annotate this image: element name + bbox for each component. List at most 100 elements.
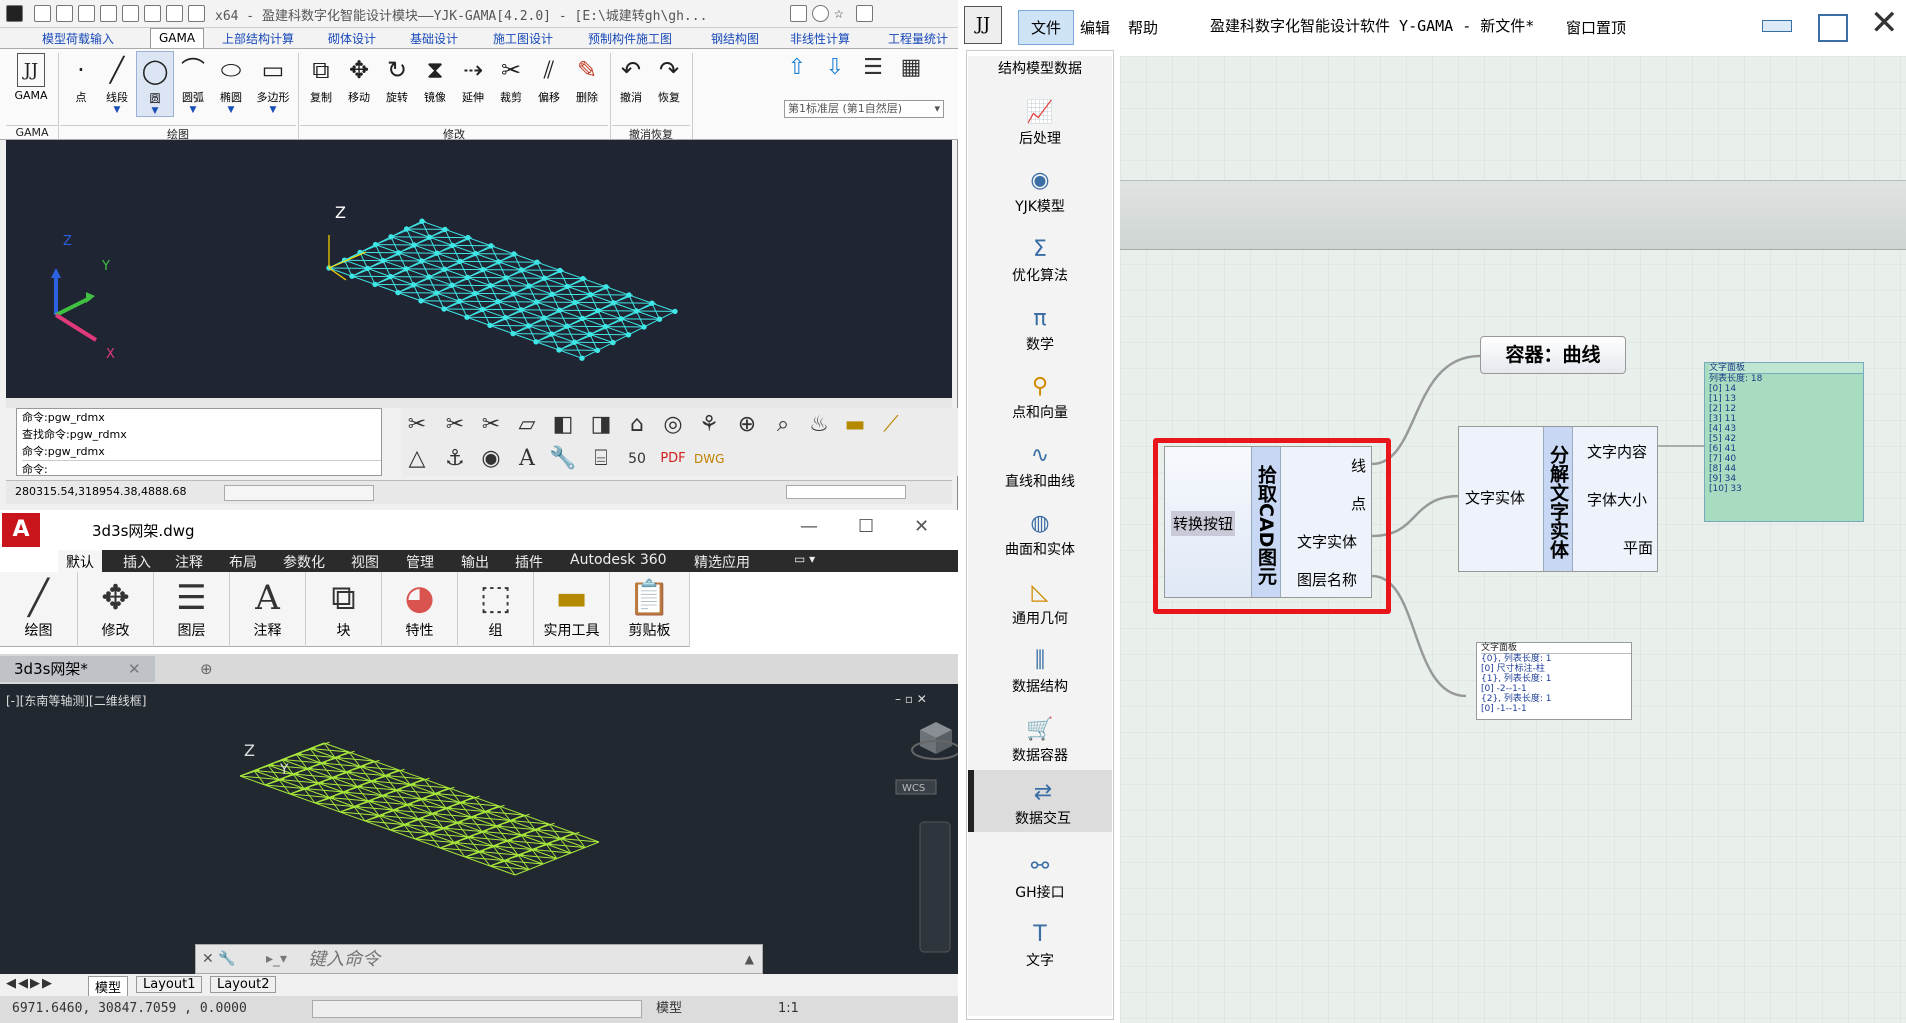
tab-parametric[interactable]: 参数化 — [283, 552, 325, 572]
layout-tab-2[interactable]: Layout2 — [210, 976, 277, 993]
minimize-icon[interactable]: — — [800, 516, 818, 537]
tab-autodesk360[interactable]: Autodesk 360 — [570, 552, 667, 568]
sidebar-item-math[interactable]: π 数学 — [968, 304, 1112, 354]
tab-plugins[interactable]: 插件 — [515, 552, 543, 572]
copy-button[interactable]: ⧉ 复制 — [302, 51, 340, 105]
camera-icon[interactable]: ⌸ — [586, 444, 616, 474]
viewport-window-controls[interactable]: – ▫ ✕ — [895, 692, 927, 706]
menu-help[interactable]: 帮助 — [1128, 17, 1158, 38]
menu-file[interactable]: 文件 — [1018, 10, 1075, 45]
star-icon[interactable]: ☆ — [834, 5, 851, 22]
window-mode-icon[interactable] — [856, 5, 873, 22]
navigation-bar[interactable] — [919, 821, 951, 953]
save-as-icon[interactable] — [166, 5, 183, 22]
sidebar-item-postprocess[interactable]: 📈 后处理 — [968, 98, 1112, 148]
model-space-toggle[interactable]: 模型 — [656, 996, 682, 1022]
tab-drawing[interactable]: 施工图设计 — [493, 30, 553, 47]
yjk-command-history[interactable]: 命令:pgw_rdmx 查找命令:pgw_rdmx 命令:pgw_rdmx 命令… — [16, 408, 382, 476]
close-icon[interactable]: ✕ — [914, 516, 929, 537]
tab-foundation[interactable]: 基础设计 — [410, 30, 458, 47]
tab-nonlinear[interactable]: 非线性计算 — [790, 30, 850, 47]
new-tab-icon[interactable]: ⊕ — [186, 656, 227, 682]
close-tab-icon[interactable]: ✕ — [128, 660, 141, 678]
print-icon[interactable] — [144, 5, 161, 22]
panel-utilities[interactable]: ▬ 实用工具 — [534, 572, 610, 647]
tab-layout[interactable]: 布局 — [229, 552, 257, 572]
panel-clipboard[interactable]: 📋 剪贴板 — [610, 572, 690, 647]
pick-cad-node[interactable]: 转换按钮 拾取CAD图元 线 点 文字实体 图层名称 — [1164, 446, 1372, 598]
layout-tab-model[interactable]: 模型 — [88, 976, 129, 997]
gama-button[interactable]: JJ GAMA — [8, 51, 54, 102]
panel-annotation[interactable]: A 注释 — [230, 572, 306, 647]
trim-button[interactable]: ✂ 裁剪 — [492, 51, 530, 105]
autocad-viewport[interactable]: [-][东南等轴测][二维线框] – ▫ ✕ Z Y WCS — [0, 684, 961, 974]
undo-quick-icon[interactable] — [100, 5, 117, 22]
text-content-panel[interactable]: 文字面板 列表长度: 18 [0] 14 [1] 13 [2] 12 [3] 11 [4]… — [1704, 362, 1864, 522]
drafting-toggles[interactable] — [312, 1000, 642, 1018]
zoom-percent-icon[interactable]: 50 — [622, 444, 652, 474]
command-prompt-icon[interactable]: ▸_▾ — [266, 945, 287, 973]
box-view-icon[interactable]: ◧ — [548, 410, 578, 440]
viewcube-icon[interactable] — [911, 722, 961, 760]
ellipse-button[interactable]: ⬭ 椭圆 ▼ — [212, 51, 250, 115]
circle-button[interactable]: ◯ 圆 ▼ — [136, 51, 174, 117]
sidebar-item-surfaces[interactable]: ◍ 曲面和实体 — [968, 509, 1112, 559]
sidebar-item-data-structure[interactable]: ⫼ 数据结构 — [968, 646, 1112, 696]
sidebar-item-data-exchange[interactable]: ⇄ 数据交互 — [968, 770, 1112, 832]
polygon-button[interactable]: ▭ 多边形 ▼ — [252, 51, 294, 115]
cut-tool-icon[interactable]: ✂ — [440, 410, 470, 440]
teapot-icon[interactable]: ♨ — [804, 410, 834, 440]
tab-model-load[interactable]: 模型荷载输入 — [42, 30, 114, 47]
sidebar-item-text[interactable]: T 文字 — [968, 920, 1112, 970]
home-view-icon[interactable]: ⌂ — [622, 410, 652, 440]
snap-toggles[interactable] — [224, 485, 374, 501]
extend-button[interactable]: ⇢ 延伸 — [454, 51, 492, 105]
layout-tab-1[interactable]: Layout1 — [136, 976, 203, 993]
annotation-scale[interactable]: 1:1 — [778, 996, 799, 1022]
tab-manage[interactable]: 管理 — [406, 552, 434, 572]
redo-button[interactable]: ↷ 恢复 — [650, 51, 688, 105]
command-prompt[interactable]: 命令: — [22, 460, 381, 477]
chevron-down-icon[interactable]: ▼ — [212, 105, 250, 115]
text-a-icon[interactable]: A — [512, 444, 542, 474]
walk-icon[interactable]: ⚘ — [694, 410, 724, 440]
close-icon[interactable]: ✕ — [1870, 6, 1899, 40]
radius-icon[interactable]: ◉ — [476, 444, 506, 474]
tab-output[interactable]: 输出 — [461, 552, 489, 572]
ruler-angle-icon[interactable]: ⟋ — [876, 410, 906, 440]
output-text-content[interactable]: 文字内容 — [1587, 441, 1647, 462]
tab-annotate[interactable]: 注释 — [175, 552, 203, 572]
dwg-icon[interactable]: DWG — [694, 444, 724, 474]
file-tab-3d3s[interactable]: 3d3s网架* ✕ — [0, 656, 155, 682]
autocad-logo-icon[interactable]: A — [2, 513, 40, 547]
axis-icon[interactable]: ⚓ — [440, 444, 470, 474]
floor-stack-icon[interactable]: ☰ — [858, 53, 888, 83]
ygama-logo-icon[interactable]: JJ — [964, 6, 1002, 44]
chevron-down-icon[interactable]: ▼ — [174, 105, 212, 115]
close-command-icon[interactable]: ✕ 🔧 — [202, 945, 236, 973]
sidebar-item-data-container[interactable]: 🛒 数据容器 — [968, 715, 1112, 765]
open-file-icon[interactable] — [56, 5, 73, 22]
floor-manage-icon[interactable]: ▦ — [896, 53, 926, 83]
chevron-down-icon[interactable]: ▼ — [137, 106, 173, 116]
wrench-icon[interactable]: 🔧 — [548, 444, 578, 474]
tab-featured-apps[interactable]: 精选应用 — [694, 552, 750, 572]
tools-icon[interactable] — [790, 5, 807, 22]
output-point[interactable]: 点 — [1351, 493, 1366, 514]
panel-draw[interactable]: ╱ 绘图 — [0, 572, 78, 647]
floor-up-icon[interactable]: ⇧ — [782, 53, 812, 83]
point-button[interactable]: · 点 — [62, 51, 100, 105]
cut-tool-icon[interactable]: ✂ — [402, 410, 432, 440]
sidebar-item-geometry[interactable]: ◺ 通用几何 — [968, 578, 1112, 628]
save-icon[interactable] — [78, 5, 95, 22]
maximize-icon[interactable]: ☐ — [858, 516, 874, 537]
viewport-controls[interactable]: [-][东南等轴测][二维线框] — [6, 692, 146, 709]
sidebar-item-gh-interface[interactable]: ⚯ GH接口 — [968, 852, 1112, 902]
splitter[interactable] — [6, 398, 952, 408]
layout-nav-icon[interactable]: ◀◀▶▶ — [6, 976, 54, 991]
tab-structure-calc[interactable]: 上部结构计算 — [222, 30, 294, 47]
chevron-down-icon[interactable]: ▼ — [252, 105, 294, 115]
mirror-button[interactable]: ⧗ 镜像 — [416, 51, 454, 105]
zoom-window-icon[interactable]: ⊕ — [732, 410, 762, 440]
output-plane[interactable]: 平面 — [1623, 537, 1653, 558]
